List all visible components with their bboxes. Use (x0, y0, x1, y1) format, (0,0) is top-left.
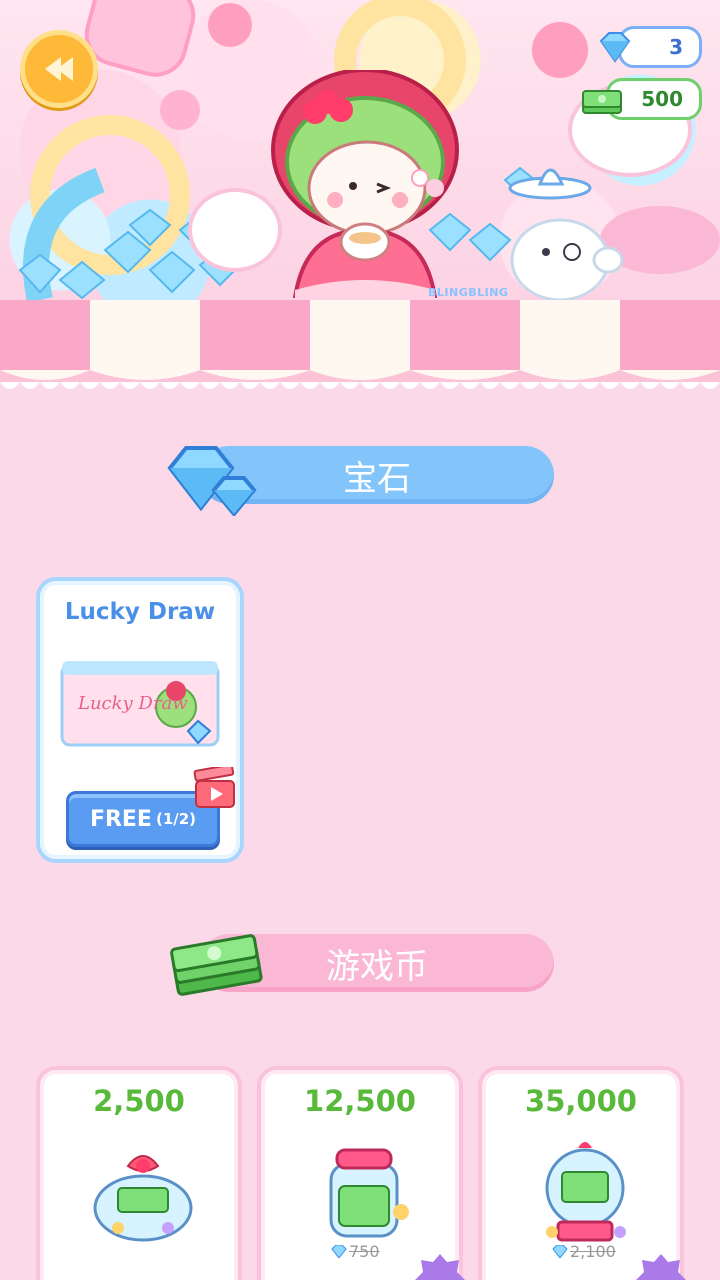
free-count: (1/2) (155, 810, 197, 828)
old-price: 750 (331, 1242, 380, 1261)
shop-banner-scene: 3 500 BLINGBLING (0, 0, 720, 300)
coin-pack-amount: 2,500 (93, 1084, 185, 1118)
gem-count: 3 (669, 35, 683, 59)
gems-section-title: 宝石 (343, 458, 411, 499)
coin-pack-card[interactable]: 2,500 (36, 1066, 242, 1280)
back-button[interactable] (20, 30, 98, 108)
gem-balance[interactable]: 3 (599, 26, 702, 68)
old-price-value: 2,100 (570, 1242, 616, 1261)
coin-pack-amount: 12,500 (304, 1084, 416, 1118)
character-illustration (271, 70, 459, 298)
coin-pack-card[interactable]: 35,000 2,100 (478, 1066, 686, 1280)
coin-pack-amount: 35,000 (525, 1084, 637, 1118)
gem-icon (599, 32, 631, 63)
old-price-value: 750 (349, 1242, 380, 1261)
coins-section-title: 游戏币 (326, 946, 428, 987)
free-label: FREE (89, 806, 152, 832)
cash-icon (582, 90, 622, 114)
money-jar-icon (329, 1148, 409, 1238)
lucky-draw-card[interactable]: Lucky Draw Lucky Draw FREE (1/2) (36, 577, 244, 863)
mini-gem-icon (552, 1245, 568, 1258)
old-price: 2,100 (552, 1242, 616, 1261)
sale-badge-icon (636, 1254, 686, 1280)
lucky-draw-title: Lucky Draw (64, 599, 216, 625)
mini-gem-icon (331, 1245, 347, 1258)
sale-badge-icon (415, 1254, 465, 1280)
back-arrow-icon (45, 57, 73, 81)
lucky-draw-ticket-image: Lucky Draw (60, 661, 220, 747)
gem-stack-icon (167, 446, 257, 516)
cash-stack-icon (170, 934, 263, 996)
shop-awning (0, 300, 720, 389)
banner-sign-text: BLINGBLING (428, 286, 509, 299)
cash-count: 500 (641, 87, 683, 111)
bunny-butler-illustration (508, 168, 624, 300)
ticket-text: Lucky Draw (77, 693, 188, 714)
money-bag-icon (93, 1155, 193, 1242)
video-ad-icon (193, 767, 235, 808)
cash-balance[interactable]: 500 (582, 78, 702, 120)
money-gumball-icon (545, 1142, 626, 1242)
coin-pack-card[interactable]: 12,500 750 (257, 1066, 465, 1280)
